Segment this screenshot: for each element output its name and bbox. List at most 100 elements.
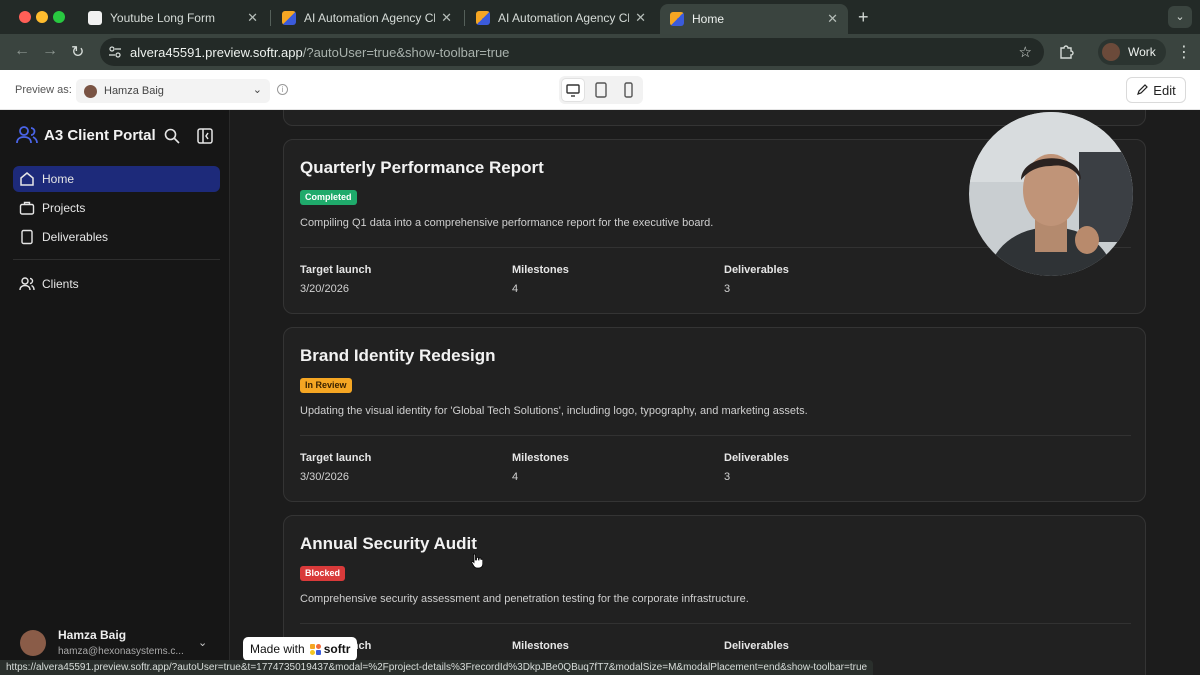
sidebar-item-label: Clients <box>42 277 79 291</box>
sidebar-item-label: Home <box>42 172 75 186</box>
pencil-icon <box>1137 84 1149 95</box>
users-icon <box>19 277 35 291</box>
tab-title: AI Automation Agency Client <box>498 11 629 25</box>
target-launch-label: Target launch <box>300 264 372 276</box>
project-title: Quarterly Performance Report <box>300 158 544 177</box>
project-card[interactable]: Brand Identity Redesign In Review Updati… <box>283 327 1146 502</box>
notion-favicon-icon <box>88 11 102 25</box>
sidebar-item-projects[interactable]: Projects <box>13 195 220 221</box>
project-card[interactable]: Annual Security Audit Blocked Comprehens… <box>283 515 1146 675</box>
close-tab-icon[interactable]: ✕ <box>827 11 838 27</box>
search-icon[interactable] <box>164 128 180 144</box>
link-status-url: https://alvera45591.preview.softr.app/?a… <box>0 660 874 675</box>
softr-favicon-icon <box>282 11 296 25</box>
tablet-view-button[interactable] <box>590 79 612 101</box>
close-tab-icon[interactable]: ✕ <box>635 10 646 26</box>
user-avatar <box>84 84 97 98</box>
mobile-icon <box>624 82 633 98</box>
home-icon <box>20 172 34 186</box>
url-host: alvera45591.preview.softr.app <box>130 44 303 60</box>
deliverables-label: Deliverables <box>724 640 789 652</box>
milestones-label: Milestones <box>512 452 569 464</box>
project-description: Comprehensive security assessment and pe… <box>300 593 749 605</box>
forward-arrow-icon[interactable]: → <box>42 42 58 60</box>
preview-user-name: Hamza Baig <box>104 85 164 97</box>
browser-menu-icon[interactable]: ⋮ <box>1176 42 1192 62</box>
sidebar-item-clients[interactable]: Clients <box>13 271 220 297</box>
edit-label: Edit <box>1153 82 1176 98</box>
hand-cursor-icon <box>471 553 483 569</box>
document-icon <box>21 229 33 245</box>
milestones-value: 4 <box>512 283 519 295</box>
bookmark-star-icon[interactable]: ☆ <box>1019 43 1032 61</box>
project-description: Compiling Q1 data into a comprehensive p… <box>300 217 714 229</box>
softr-favicon-icon <box>670 12 684 26</box>
softr-brand-label: softr <box>323 642 351 656</box>
browser-tab-ai-agency-1[interactable]: AI Automation Agency Client ✕ <box>272 4 462 32</box>
collapse-sidebar-icon[interactable] <box>197 128 213 144</box>
deliverables-value: 3 <box>724 283 731 295</box>
users-logo-icon <box>16 126 38 144</box>
card-divider <box>300 435 1131 436</box>
sidebar-item-deliverables[interactable]: Deliverables <box>13 224 220 250</box>
sidebar-item-label: Projects <box>42 201 86 215</box>
sidebar-item-home[interactable]: Home <box>13 166 220 192</box>
close-tab-icon[interactable]: ✕ <box>247 10 258 26</box>
app-name: A3 Client Portal <box>44 126 156 144</box>
new-tab-icon[interactable]: + <box>858 7 869 28</box>
avatar <box>20 630 46 656</box>
mobile-view-button[interactable] <box>617 79 639 101</box>
user-name: Hamza Baig <box>58 628 127 642</box>
webcam-overlay <box>969 112 1133 276</box>
tab-search-chevron-icon[interactable]: ⌄ <box>1168 6 1192 28</box>
profile-button[interactable]: Work <box>1098 39 1166 65</box>
briefcase-icon <box>19 201 35 215</box>
made-with-label: Made with <box>250 642 305 656</box>
tab-title: AI Automation Agency Client <box>304 11 435 25</box>
softr-favicon-icon <box>476 11 490 25</box>
tablet-icon <box>595 82 607 98</box>
info-icon[interactable]: i <box>277 84 288 95</box>
maximize-window-button[interactable] <box>53 11 65 23</box>
status-badge: In Review <box>300 378 352 393</box>
extensions-puzzle-icon[interactable] <box>1058 42 1076 60</box>
browser-tab-home[interactable]: Home ✕ <box>660 4 848 34</box>
tab-divider <box>464 10 465 26</box>
app-brand[interactable]: A3 Client Portal <box>16 125 156 145</box>
sidebar-divider <box>13 259 220 260</box>
close-tab-icon[interactable]: ✕ <box>441 10 452 26</box>
minimize-window-button[interactable] <box>36 11 48 23</box>
preview-user-select[interactable]: Hamza Baig ⌄ <box>76 79 270 103</box>
milestones-value: 4 <box>512 471 519 483</box>
browser-tab-youtube[interactable]: Youtube Long Form ✕ <box>78 4 268 32</box>
browser-tab-bar: Youtube Long Form ✕ AI Automation Agency… <box>0 0 1200 34</box>
edit-button[interactable]: Edit <box>1126 77 1186 103</box>
site-settings-icon[interactable] <box>108 45 122 59</box>
back-arrow-icon[interactable]: ← <box>14 42 30 60</box>
desktop-view-button[interactable] <box>562 79 584 101</box>
deliverables-value: 3 <box>724 471 731 483</box>
browser-toolbar: ← → ↻ alvera45591.preview.softr.app/?aut… <box>0 34 1200 70</box>
project-description: Updating the visual identity for 'Global… <box>300 405 808 417</box>
status-badge: Completed <box>300 190 357 205</box>
url-path: /?autoUser=true&show-toolbar=true <box>302 44 510 60</box>
close-window-button[interactable] <box>19 11 31 23</box>
device-switcher <box>559 76 643 104</box>
softr-logo-icon <box>309 643 321 655</box>
made-with-softr-badge[interactable]: Made with softr <box>243 637 357 661</box>
milestones-label: Milestones <box>512 264 569 276</box>
profile-label: Work <box>1128 45 1156 59</box>
user-menu[interactable]: Hamza Baig hamza@hexonasystems.c... <box>20 628 184 657</box>
chevron-down-icon[interactable]: ⌄ <box>198 636 207 649</box>
status-badge: Blocked <box>300 566 346 581</box>
deliverables-label: Deliverables <box>724 452 789 464</box>
reload-icon[interactable]: ↻ <box>71 42 84 62</box>
preview-as-label: Preview as: <box>15 84 72 96</box>
deliverables-label: Deliverables <box>724 264 789 276</box>
browser-tab-ai-agency-2[interactable]: AI Automation Agency Client ✕ <box>466 4 656 32</box>
address-bar[interactable]: alvera45591.preview.softr.app/?autoUser=… <box>100 38 1044 66</box>
sidebar: A3 Client Portal Home Projects Deliverab… <box>0 110 230 675</box>
target-launch-value: 3/30/2026 <box>300 471 349 483</box>
desktop-icon <box>566 84 580 97</box>
target-launch-value: 3/20/2026 <box>300 283 349 295</box>
